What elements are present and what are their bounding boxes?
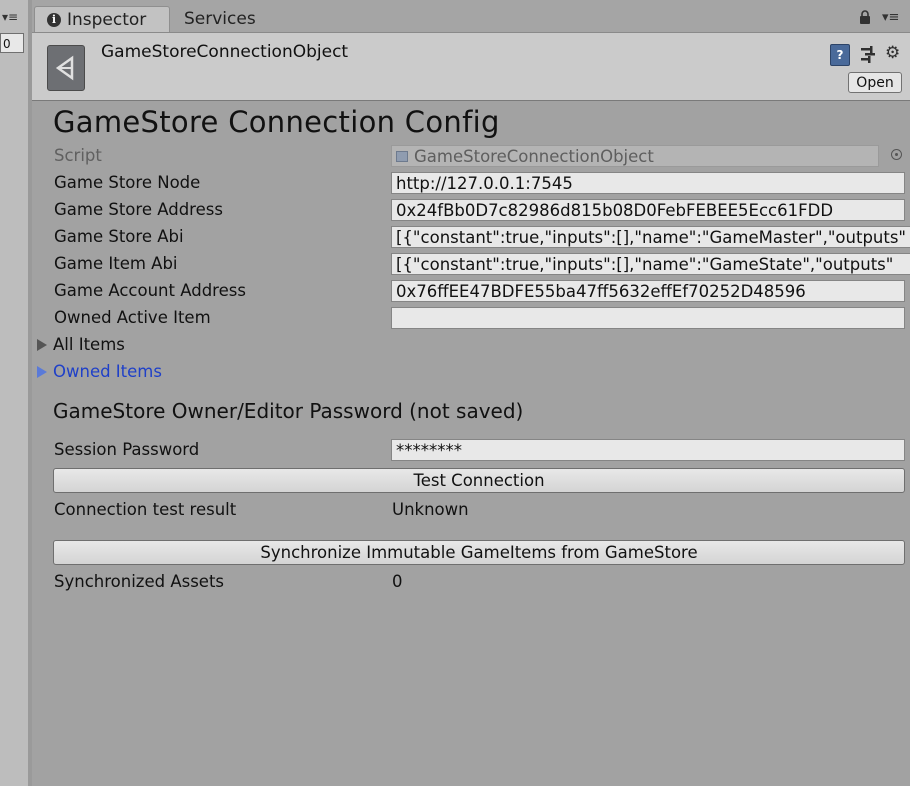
adjacent-field[interactable]: 0	[0, 33, 24, 53]
foldout-owned-items[interactable]: Owned Items	[37, 360, 162, 384]
game-store-abi-input[interactable]: [{"constant":true,"inputs":[],"name":"Ga…	[391, 226, 910, 248]
script-icon	[396, 151, 408, 162]
unity-logo-icon	[47, 45, 85, 91]
password-section-title: GameStore Owner/Editor Password (not sav…	[53, 399, 524, 423]
foldout-arrow-icon	[37, 366, 47, 378]
info-icon: i	[47, 13, 61, 27]
open-button[interactable]: Open	[848, 72, 902, 93]
game-item-abi-input[interactable]: [{"constant":true,"inputs":[],"name":"Ga…	[391, 253, 910, 275]
tab-menu-icon[interactable]: ▾≡	[882, 10, 899, 25]
preset-icon[interactable]	[860, 45, 876, 63]
object-picker-icon[interactable]	[891, 149, 902, 160]
lock-icon[interactable]	[859, 10, 871, 24]
session-password-label: Session Password	[54, 440, 200, 459]
field-label-account: Game Account Address	[54, 281, 246, 300]
tab-inspector-label: Inspector	[67, 10, 147, 30]
help-icon[interactable]: ?	[830, 44, 850, 66]
field-label-owned-active: Owned Active Item	[54, 308, 211, 327]
gear-icon[interactable]: ⚙	[885, 43, 900, 63]
game-store-node-input[interactable]: http://127.0.0.1:7545	[391, 172, 905, 194]
script-field: GameStoreConnectionObject	[391, 145, 879, 167]
field-label-address: Game Store Address	[54, 200, 223, 219]
game-store-address-input[interactable]: 0x24fBb0D7c82986d815b08D0FebFEBEE5Ecc61F…	[391, 199, 905, 221]
inspector-header: GameStoreConnectionObject ? ⚙ Open	[32, 33, 910, 101]
tab-services[interactable]: Services	[180, 6, 260, 32]
field-label-item-abi: Game Item Abi	[54, 254, 178, 273]
synchronize-button[interactable]: Synchronize Immutable GameItems from Gam…	[53, 540, 905, 565]
tab-inspector[interactable]: i Inspector	[34, 6, 170, 32]
foldout-all-items-label: All Items	[53, 335, 125, 354]
owned-active-item-input[interactable]	[391, 307, 905, 329]
field-label-store-abi: Game Store Abi	[54, 227, 184, 246]
object-name: GameStoreConnectionObject	[101, 42, 349, 62]
foldout-all-items[interactable]: All Items	[37, 333, 125, 357]
test-connection-button[interactable]: Test Connection	[53, 468, 905, 493]
script-label: Script	[54, 146, 102, 165]
field-label-node: Game Store Node	[54, 173, 201, 192]
panel-menu-icon[interactable]: ▾≡	[2, 10, 18, 24]
page-title: GameStore Connection Config	[53, 105, 500, 139]
synchronized-assets-value: 0	[392, 572, 403, 591]
synchronized-assets-label: Synchronized Assets	[54, 572, 225, 591]
connection-result-value: Unknown	[392, 500, 469, 519]
tab-bar: i Inspector Services ▾≡	[32, 0, 910, 33]
foldout-owned-items-label: Owned Items	[53, 362, 162, 381]
game-account-address-input[interactable]: 0x76ffEE47BDFE55ba47ff5632effEf70252D485…	[391, 280, 905, 302]
connection-result-label: Connection test result	[54, 500, 237, 519]
adjacent-panel: ▾≡ 0	[0, 0, 29, 786]
script-value: GameStoreConnectionObject	[414, 147, 654, 166]
session-password-input[interactable]: ********	[391, 439, 905, 461]
tab-services-label: Services	[184, 9, 256, 29]
inspector-content: GameStore Connection Config Script GameS…	[32, 101, 910, 786]
foldout-arrow-icon	[37, 339, 47, 351]
